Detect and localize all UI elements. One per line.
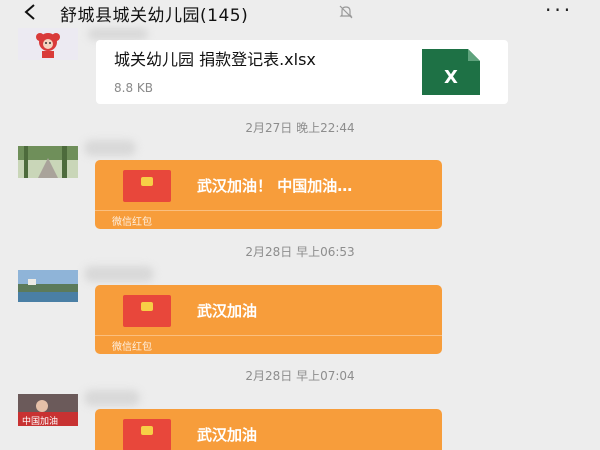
file-message-bubble[interactable]: 城关幼儿园 捐款登记表.xlsx 8.8 KB X	[96, 40, 508, 104]
chat-header: 舒城县城关幼儿园(145) ···	[0, 0, 600, 26]
red-envelope-icon	[123, 170, 171, 202]
red-packet-message[interactable]: 武汉加油！ 中国加油… 微信红包	[95, 160, 442, 229]
avatar-caption: 中国加油	[22, 415, 58, 426]
timestamp: 2月28日 早上07:04	[245, 369, 355, 383]
sender-avatar[interactable]: 中国加油	[18, 394, 78, 426]
red-packet-label: 微信红包	[112, 217, 152, 228]
red-packet-message[interactable]: 武汉加油 微信红包	[95, 285, 442, 354]
red-packet-text: 武汉加油	[197, 302, 258, 320]
red-envelope-icon	[123, 419, 171, 450]
red-envelope-icon	[123, 295, 171, 327]
sender-avatar[interactable]	[18, 28, 78, 60]
timestamp: 2月28日 早上06:53	[245, 245, 355, 259]
excel-letter: X	[444, 67, 458, 88]
red-packet-label: 微信红包	[112, 342, 152, 353]
chat-title: 舒城县城关幼儿园(145)	[60, 6, 249, 26]
sender-name-blurred	[84, 390, 140, 406]
sender-name-blurred	[84, 266, 154, 282]
more-options-icon[interactable]: ···	[545, 0, 573, 20]
sender-avatar[interactable]	[18, 270, 78, 302]
red-packet-text: 武汉加油	[197, 426, 258, 444]
file-name: 城关幼儿园 捐款登记表.xlsx	[114, 50, 316, 69]
sender-avatar[interactable]	[18, 146, 78, 178]
file-size: 8.8 KB	[114, 81, 153, 95]
sender-name-blurred	[88, 28, 148, 40]
red-packet-text: 武汉加油！ 中国加油…	[197, 177, 353, 195]
sender-name-blurred	[84, 140, 136, 156]
chevron-left-icon[interactable]	[22, 3, 38, 21]
excel-icon: X	[422, 49, 480, 95]
red-packet-message[interactable]: 武汉加油	[95, 409, 442, 450]
red-packet-footer: 微信红包	[95, 210, 442, 229]
bell-off-icon	[339, 5, 353, 19]
timestamp: 2月27日 晚上22:44	[245, 121, 355, 135]
red-packet-footer: 微信红包	[95, 335, 442, 354]
